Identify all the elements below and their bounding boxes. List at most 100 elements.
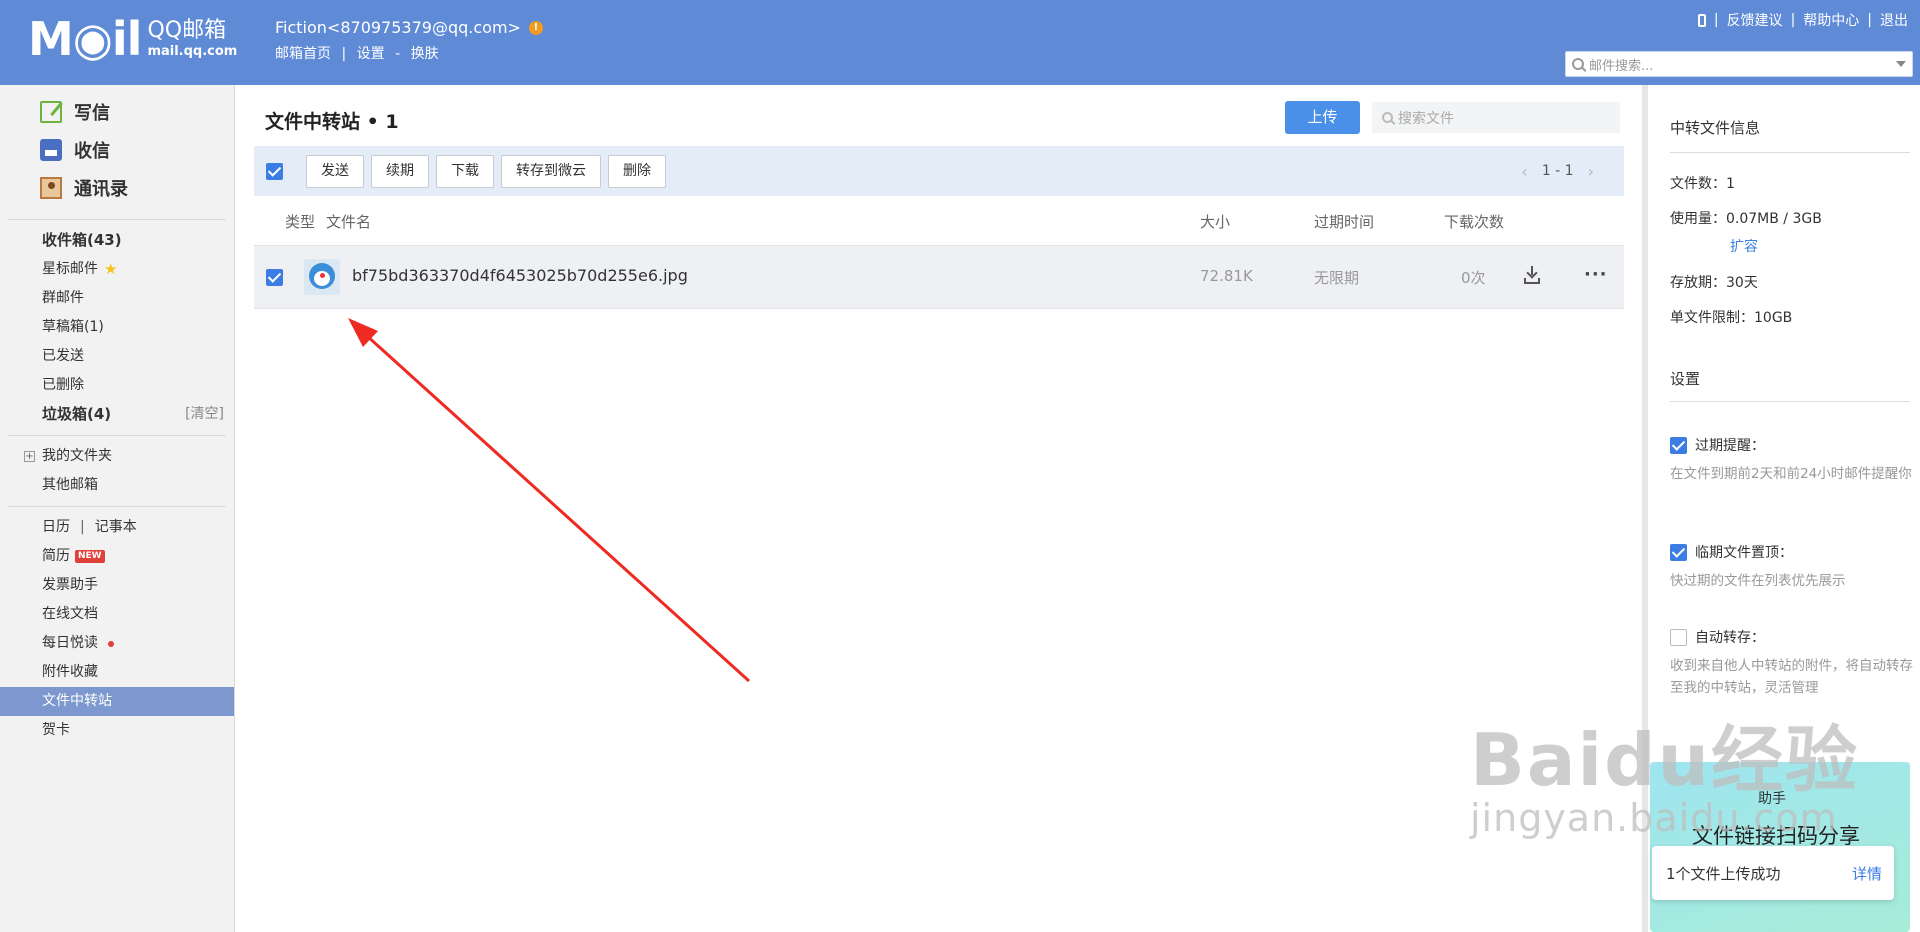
sidebar-item-online-docs[interactable]: 在线文档 — [0, 600, 234, 629]
auto-save-checkbox[interactable] — [1670, 628, 1687, 646]
sidebar-item-deleted[interactable]: 已删除 — [0, 371, 234, 400]
sidebar-divider — [8, 435, 226, 436]
select-all-checkbox[interactable] — [266, 162, 283, 180]
sidebar-item-group-mail[interactable]: 群邮件 — [0, 284, 234, 313]
table-header: 类型 文件名 大小 过期时间 下载次数 — [254, 197, 1624, 245]
settings-link[interactable]: 设置 — [357, 46, 385, 62]
toast-details-link[interactable]: 详情 — [1852, 863, 1882, 884]
skin-link[interactable]: 换肤 — [411, 46, 439, 62]
retention-text: 存放期：30天 — [1670, 275, 1758, 291]
sidebar-item-inbox[interactable]: 收件箱(43) — [0, 226, 234, 255]
page-title: 文件中转站 • 1 — [265, 111, 399, 133]
sidebar-item-label: 发票助手 — [42, 577, 98, 593]
sidebar-item-resume[interactable]: 简历 NEW — [0, 542, 234, 571]
clear-spam-link[interactable]: [清空] — [185, 400, 224, 429]
sidebar-item-spam[interactable]: 垃圾箱(4) [清空] — [0, 400, 234, 429]
pin-expiring-checkbox[interactable] — [1670, 543, 1687, 561]
sidebar-item-drafts[interactable]: 草稿箱(1) — [0, 313, 234, 342]
sidebar-item-invoice[interactable]: 发票助手 — [0, 571, 234, 600]
file-name[interactable]: bf75bd363370d4f6453025b70d255e6.jpg — [352, 266, 688, 285]
phone-icon[interactable] — [1697, 13, 1706, 27]
unread-dot-icon — [108, 640, 114, 647]
save-to-weiyun-button[interactable]: 转存到微云 — [501, 154, 601, 188]
expire-reminder-checkbox[interactable] — [1670, 436, 1687, 454]
link-separator: | — [341, 46, 347, 62]
sidebar-item-label: 附件收藏 — [42, 664, 98, 680]
upload-button[interactable]: 上传 — [1285, 101, 1360, 134]
file-size: 72.81K — [1200, 267, 1253, 285]
sidebar-item-label: 在线文档 — [42, 606, 98, 622]
mail-search-input[interactable]: 邮件搜索... — [1565, 51, 1913, 77]
mail-search-placeholder: 邮件搜索... — [1589, 58, 1654, 74]
logout-link[interactable]: 退出 — [1880, 10, 1908, 30]
toast-message: 1个文件上传成功 — [1666, 865, 1781, 883]
panel-divider — [1670, 152, 1910, 153]
download-button[interactable]: 下载 — [436, 154, 494, 188]
sidebar-item-file-transfer[interactable]: 文件中转站 — [0, 687, 234, 716]
sidebar-item-greeting-card[interactable]: 贺卡 — [0, 716, 234, 745]
sidebar-item-label: 我的文件夹 — [42, 448, 112, 464]
sidebar-item-other-mail[interactable]: 其他邮箱 — [0, 471, 234, 500]
sidebar-item-calendar-notebook: 日历 | 记事本 — [0, 513, 234, 542]
link-separator: - — [395, 46, 401, 62]
option-description: 收到来自他人中转站的附件，将自动转存至我的中转站，灵活管理 — [1670, 658, 1913, 696]
sidebar-item-sent[interactable]: 已发送 — [0, 342, 234, 371]
chevron-right-icon[interactable]: › — [1588, 162, 1594, 181]
compose-label: 写信 — [74, 103, 110, 124]
sidebar-item-label: 星标邮件 — [42, 261, 98, 277]
sidebar-divider — [8, 219, 226, 220]
table-row[interactable]: bf75bd363370d4f6453025b70d255e6.jpg 72.8… — [254, 245, 1624, 309]
sidebar-item-daily-reading[interactable]: 每日悦读 — [0, 629, 234, 658]
auto-save-option[interactable]: 自动转存： — [1670, 627, 1765, 647]
sidebar-item-starred[interactable]: 星标邮件 ★ — [0, 255, 234, 284]
sidebar-item-label: 每日悦读 — [42, 635, 98, 651]
calendar-link[interactable]: 日历 — [42, 513, 70, 542]
renew-button[interactable]: 续期 — [371, 154, 429, 188]
link-separator: | — [1867, 12, 1872, 28]
expire-reminder-option[interactable]: 过期提醒： — [1670, 435, 1765, 455]
expand-capacity-link[interactable]: 扩容 — [1730, 236, 1758, 256]
chevron-left-icon[interactable]: ‹ — [1521, 162, 1527, 181]
sidebar-divider — [8, 506, 226, 507]
delete-button[interactable]: 删除 — [608, 154, 666, 188]
chevron-down-icon[interactable] — [1896, 61, 1906, 67]
feedback-link[interactable]: 反馈建议 — [1727, 10, 1783, 30]
top-header: M◉il QQ邮箱 mail.qq.com Fiction<870975379@… — [0, 0, 1920, 85]
logo-domain-text: mail.qq.com — [147, 44, 238, 59]
file-limit-text: 单文件限制：10GB — [1670, 310, 1793, 326]
pin-expiring-option[interactable]: 临期文件置顶： — [1670, 542, 1793, 562]
logo-qq-text: QQ邮箱 — [147, 18, 227, 43]
contacts-icon — [40, 177, 62, 199]
expand-plus-icon[interactable]: + — [24, 451, 35, 462]
option-label: 临期文件置顶： — [1695, 545, 1793, 561]
download-icon[interactable] — [1524, 266, 1540, 284]
sidebar-item-label: 收件箱(43) — [42, 231, 122, 249]
sidebar-item-label: 简历 — [42, 548, 70, 564]
sidebar-item-label: 已删除 — [42, 377, 84, 393]
option-description: 快过期的文件在列表优先展示 — [1670, 573, 1846, 589]
row-checkbox[interactable] — [266, 269, 283, 286]
receive-button[interactable]: 收信 — [40, 131, 234, 169]
sidebar-item-attachments[interactable]: 附件收藏 — [0, 658, 234, 687]
contacts-label: 通讯录 — [74, 179, 128, 200]
file-toolbar: 发送 续期 下载 转存到微云 删除 ‹ 1 - 1 › — [254, 146, 1624, 196]
account-name[interactable]: Fiction<870975379@qq.com> — [275, 18, 521, 37]
file-search-placeholder: 搜索文件 — [1398, 110, 1454, 127]
receive-label: 收信 — [74, 141, 110, 162]
contacts-button[interactable]: 通讯录 — [40, 169, 234, 207]
send-button[interactable]: 发送 — [306, 154, 364, 188]
mailbox-home-link[interactable]: 邮箱首页 — [275, 46, 331, 62]
inbox-icon — [40, 139, 62, 161]
more-icon[interactable]: ··· — [1584, 264, 1608, 285]
sidebar-item-label: 草稿箱(1) — [42, 319, 104, 335]
help-center-link[interactable]: 帮助中心 — [1803, 10, 1859, 30]
panel-divider — [1670, 401, 1910, 402]
search-icon — [1382, 112, 1393, 123]
qq-mail-logo[interactable]: M◉il QQ邮箱 mail.qq.com — [28, 14, 237, 64]
compose-button[interactable]: 写信 — [40, 93, 234, 131]
file-search-input[interactable]: 搜索文件 — [1372, 102, 1620, 133]
sidebar-item-my-folders[interactable]: + 我的文件夹 — [0, 442, 234, 471]
warning-icon[interactable]: ! — [528, 20, 543, 35]
sidebar-item-label: 垃圾箱(4) — [42, 405, 112, 423]
notebook-link[interactable]: 记事本 — [95, 513, 137, 542]
